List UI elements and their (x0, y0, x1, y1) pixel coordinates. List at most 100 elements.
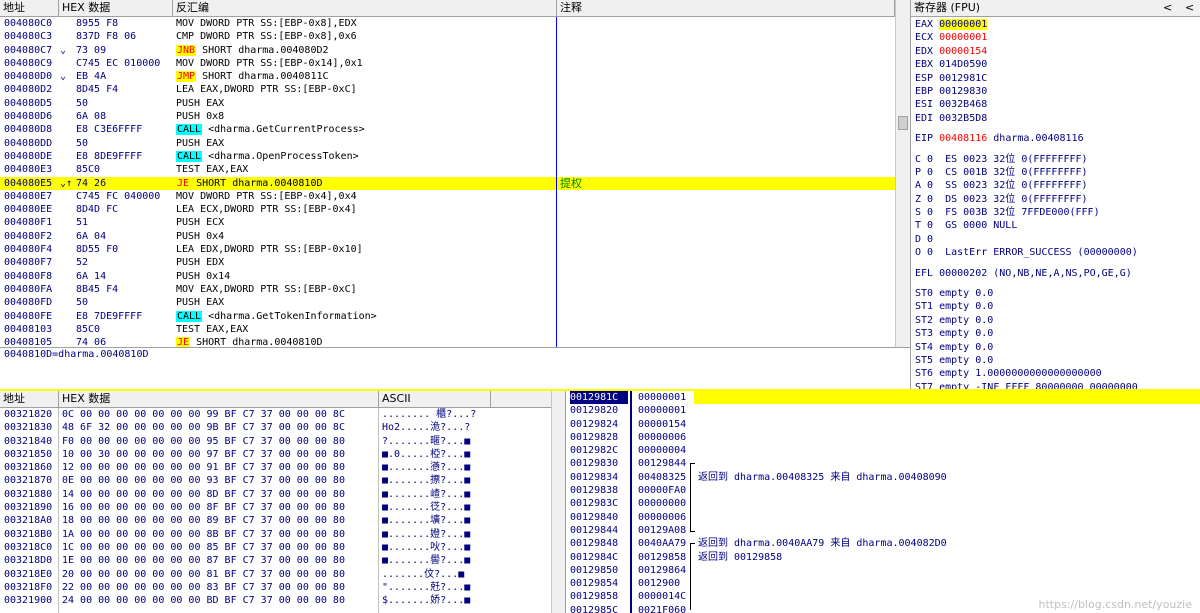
register-value[interactable]: 0032B5D8 (939, 113, 987, 124)
flag-segment-line[interactable]: P 0 CS 001B 32位 0(FFFFFFFF) (915, 166, 1200, 179)
dump-col-address[interactable]: 地址 (0, 391, 59, 407)
flag-segment-line[interactable]: S 0 FS 003B 32位 7FFDE000(FFF) (915, 206, 1200, 219)
disasm-row[interactable]: 004080D6 6A 08 PUSH 0x8 (0, 110, 895, 123)
col-header-address[interactable]: 地址 (0, 0, 59, 16)
dump-rows[interactable]: 00321820 0C 00 00 00 00 00 00 00 99 BF C7… (0, 408, 551, 613)
stack-row[interactable]: 00129820 00000001 (566, 404, 1200, 417)
register-ebp[interactable]: EBP 00129830 (915, 85, 1200, 98)
register-value[interactable]: 00000001 (939, 19, 988, 30)
stack-row[interactable]: 00129838 00000FA0 (566, 484, 1200, 497)
disasm-row[interactable]: 00408105 74 06 JE SHORT dharma.0040810D (0, 336, 895, 347)
disasm-row[interactable]: 004080D2 8D45 F4 LEA EAX,DWORD PTR SS:[EBP… (0, 83, 895, 96)
stack-row[interactable]: 0012984C 00129858 返回到 00129858 (566, 551, 1200, 564)
register-ecx[interactable]: ECX 00000001 (915, 31, 1200, 44)
disassembly-scrollbar[interactable] (895, 0, 910, 347)
disassembly-pane[interactable]: 地址 HEX 数据 反汇编 注释 004080C0 8955 F8 MOV DWOR… (0, 0, 910, 347)
dump-row[interactable]: 00321850 10 00 30 00 00 00 00 00 97 BF C7… (0, 448, 551, 461)
disasm-row[interactable]: 004080F8 6A 14 PUSH 0x14 (0, 270, 895, 283)
dump-row[interactable]: 00321840 F0 00 00 00 00 00 00 00 95 BF C7… (0, 435, 551, 448)
disasm-row[interactable]: 004080C9 C745 EC 010000 MOV DWORD PTR SS:[… (0, 57, 895, 70)
fpu-register-line[interactable]: ST0 empty 0.0 (915, 287, 1200, 300)
disasm-row[interactable]: 004080FA 8B45 F4 MOV EAX,DWORD PTR SS:[EBP… (0, 283, 895, 296)
flag-segment-line[interactable]: T 0 GS 0000 NULL (915, 219, 1200, 232)
dump-row[interactable]: 00321820 0C 00 00 00 00 00 00 00 99 BF C7… (0, 408, 551, 421)
disasm-row[interactable]: 004080DE E8 8DE9FFFF CALL <dharma.OpenProc… (0, 150, 895, 163)
register-eip[interactable]: EIP 00408116 dharma.00408116 (915, 132, 1200, 145)
dump-row[interactable]: 003218D0 1E 00 00 00 00 00 00 00 87 BF C7… (0, 554, 551, 567)
disasm-row[interactable]: 004080D5 50 PUSH EAX (0, 97, 895, 110)
dump-row[interactable]: 00321870 0E 00 00 00 00 00 00 00 93 BF C7… (0, 474, 551, 487)
dump-col-hex[interactable]: HEX 数据 (59, 391, 379, 407)
disasm-row[interactable]: 004080F2 6A 04 PUSH 0x4 (0, 230, 895, 243)
disassembly-rows[interactable]: 004080C0 8955 F8 MOV DWORD PTR SS:[EBP-0x8… (0, 17, 895, 347)
register-edx[interactable]: EDX 00000154 (915, 45, 1200, 58)
register-esi[interactable]: ESI 0032B468 (915, 98, 1200, 111)
fpu-register-line[interactable]: ST6 empty 1.0000000000000000000 (915, 367, 1200, 380)
dump-row[interactable]: 00321830 48 6F 32 00 00 00 00 00 9B BF C7… (0, 421, 551, 434)
fpu-register-line[interactable]: ST5 empty 0.0 (915, 354, 1200, 367)
disasm-row[interactable]: 00408103 85C0 TEST EAX,EAX (0, 323, 895, 336)
stack-row[interactable]: 00129834 00408325 返回到 dharma.00408325 来自 d… (566, 471, 1200, 484)
flag-segment-line[interactable]: Z 0 DS 0023 32位 0(FFFFFFFF) (915, 193, 1200, 206)
flag-segment-line[interactable]: A 0 SS 0023 32位 0(FFFFFFFF) (915, 179, 1200, 192)
stack-row[interactable]: 0012981C 00000001 (566, 391, 1200, 405)
dump-col-ascii[interactable]: ASCII (379, 391, 491, 407)
nav-left-arrow-icon[interactable]: < (1160, 0, 1174, 16)
register-value[interactable]: 0032B468 (939, 99, 987, 110)
dump-row[interactable]: 003218B0 1A 00 00 00 00 00 00 00 8B BF C7… (0, 528, 551, 541)
stack-row[interactable]: 00129830 00129844 (566, 457, 1200, 473)
scrollbar-thumb[interactable] (898, 116, 908, 130)
disasm-row[interactable]: 004080E3 85C0 TEST EAX,EAX (0, 163, 895, 176)
stack-row[interactable]: 00129848 0040AA79 返回到 dharma.0040AA79 来自 d… (566, 537, 1200, 553)
disasm-row[interactable]: 004080E5 ⌄↑ 74 26 JE SHORT dharma.0040810D 提… (0, 176, 895, 190)
flag-segment-line[interactable]: C 0 ES 0023 32位 0(FFFFFFFF) (915, 153, 1200, 166)
fpu-register-line[interactable]: ST3 empty 0.0 (915, 327, 1200, 340)
register-value[interactable]: 00000154 (939, 46, 987, 57)
dump-row[interactable]: 00321900 24 00 00 00 00 00 00 00 BD BF C7… (0, 594, 551, 607)
disasm-row[interactable]: 004080C7 ⌄ 73 09 JNB SHORT dharma.004080D2 (0, 44, 895, 57)
disasm-row[interactable]: 004080F7 52 PUSH EDX (0, 256, 895, 269)
disasm-row[interactable]: 004080D8 E8 C3E6FFFF CALL <dharma.GetCurre… (0, 123, 895, 136)
nav-right-arrow-icon[interactable]: < (1182, 0, 1196, 16)
flag-segment-line[interactable]: O 0 LastErr ERROR_SUCCESS (00000000) (915, 246, 1200, 259)
dump-pane[interactable]: 地址 HEX 数据 ASCII 00321820 0C 00 00 00 00 0… (0, 391, 565, 613)
register-eax[interactable]: EAX 00000001 (915, 18, 1200, 31)
dump-row[interactable]: 003218C0 1C 00 00 00 00 00 00 00 85 BF C7… (0, 541, 551, 554)
fpu-register-line[interactable]: ST1 empty 0.0 (915, 300, 1200, 313)
disasm-row[interactable]: 004080FD 50 PUSH EAX (0, 296, 895, 309)
stack-row[interactable]: 00129850 00129864 (566, 564, 1200, 577)
disasm-row[interactable]: 004080C3 837D F8 06 CMP DWORD PTR SS:[EBP-… (0, 30, 895, 43)
registers-body[interactable]: EAX 00000001 ECX 00000001 EDX 00000154 EBX … (911, 17, 1200, 390)
disasm-row[interactable]: 004080DD 50 PUSH EAX (0, 137, 895, 150)
register-edi[interactable]: EDI 0032B5D8 (915, 112, 1200, 125)
fpu-register-line[interactable]: ST4 empty 0.0 (915, 341, 1200, 354)
register-value[interactable]: 0012981C (939, 73, 987, 84)
register-ebx[interactable]: EBX 014D0590 (915, 58, 1200, 71)
disasm-row[interactable]: 004080F4 8D55 F0 LEA EDX,DWORD PTR SS:[EBP… (0, 243, 895, 256)
dump-row[interactable]: 003218F0 22 00 00 00 00 00 00 00 83 BF C7… (0, 581, 551, 594)
col-header-hex[interactable]: HEX 数据 (59, 0, 173, 16)
col-header-disasm[interactable]: 反汇编 (173, 0, 557, 16)
register-value[interactable]: 00129830 (939, 86, 987, 97)
stack-row[interactable]: 0012982C 00000004 (566, 444, 1200, 457)
efl-line[interactable]: EFL 00000202 (NO,NB,NE,A,NS,PO,GE,G) (915, 267, 1200, 280)
disasm-row[interactable]: 004080E7 C745 FC 040000 MOV DWORD PTR SS:[… (0, 190, 895, 203)
register-value[interactable]: 00408116 (939, 133, 987, 144)
registers-pane[interactable]: 寄存器 (FPU) < < EAX 00000001 ECX 00000001 ED… (910, 0, 1200, 390)
register-value[interactable]: 014D0590 (939, 59, 987, 70)
disasm-row[interactable]: 004080EE 8D4D FC LEA ECX,DWORD PTR SS:[EBP… (0, 203, 895, 216)
col-header-comment[interactable]: 注释 (557, 0, 895, 16)
disasm-row[interactable]: 004080FE E8 7DE9FFFF CALL <dharma.GetToken… (0, 310, 895, 323)
fpu-register-line[interactable]: ST2 empty 0.0 (915, 314, 1200, 327)
stack-row[interactable]: 00129840 00000006 (566, 511, 1200, 524)
flag-segment-line[interactable]: D 0 (915, 233, 1200, 246)
stack-row[interactable]: 00129854 0012900 (566, 577, 1200, 590)
register-value[interactable]: 00000001 (939, 32, 987, 43)
register-esp[interactable]: ESP 0012981C (915, 72, 1200, 85)
dump-scrollbar[interactable] (551, 391, 565, 613)
dump-row[interactable]: 00321860 12 00 00 00 00 00 00 00 91 BF C7… (0, 461, 551, 474)
disasm-row[interactable]: 004080D0 ⌄ EB 4A JMP SHORT dharma.0040811C (0, 70, 895, 83)
stack-row[interactable]: 0012983C 00000000 (566, 497, 1200, 510)
registers-title[interactable]: 寄存器 (FPU) (911, 0, 1111, 16)
stack-row[interactable]: 00129828 00000006 (566, 431, 1200, 444)
